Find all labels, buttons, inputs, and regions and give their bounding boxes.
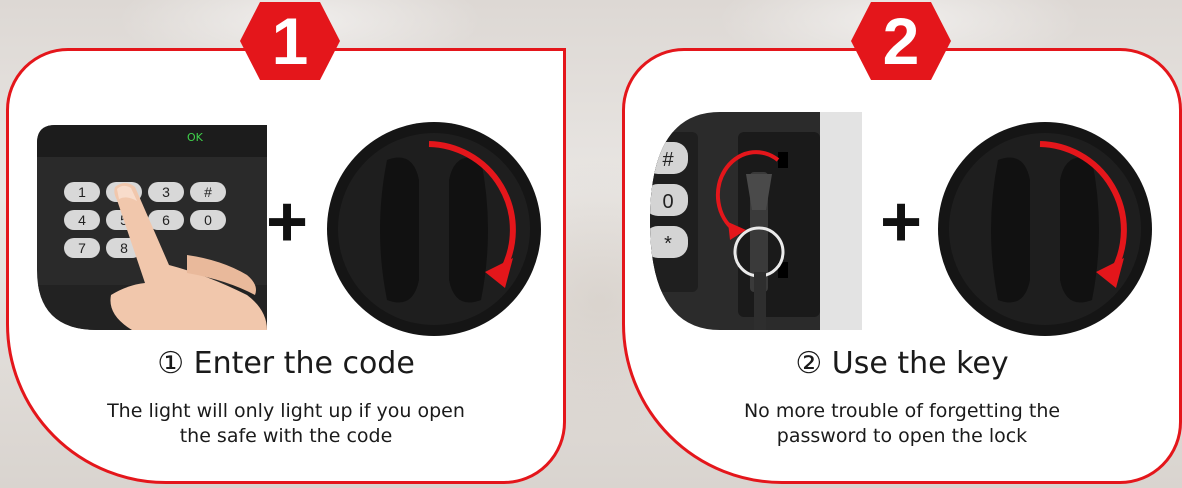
step-2-description-line-2: password to open the lock	[776, 425, 1028, 447]
key-0: 0	[204, 212, 212, 228]
plus-sign-2: +	[880, 182, 923, 262]
key-hash: #	[204, 184, 212, 200]
step-1-description-line-2: the safe with the code	[179, 425, 393, 447]
step-2-badge: 2	[851, 2, 951, 80]
key-star-closeup: *	[664, 233, 672, 255]
key-6: 6	[162, 212, 170, 228]
finger-pressing-keypad-icon: OK 1 2 3 # 4 5 6 0 7 8	[37, 125, 267, 330]
key-3: 3	[162, 184, 170, 200]
key-8: 8	[120, 240, 128, 256]
plus-sign-1: +	[266, 182, 309, 262]
keypad-display-ok: OK	[187, 131, 204, 144]
key-in-lock-icon: # 0 *	[650, 112, 862, 330]
rotary-knob-icon-2	[938, 122, 1152, 336]
step-1-badge: 1	[240, 2, 340, 80]
step-2-description-line-1: No more trouble of forgetting the	[743, 400, 1061, 422]
step-2-heading: ② Use the key	[795, 346, 1009, 381]
step-1-heading: ① Enter the code	[157, 346, 415, 381]
key-hash-closeup: #	[662, 149, 674, 171]
key-4: 4	[78, 212, 86, 228]
key-7: 7	[78, 240, 86, 256]
rotary-knob-icon	[327, 122, 541, 336]
key-0-closeup: 0	[662, 191, 673, 213]
step-1-description-line-1: The light will only light up if you open	[107, 400, 465, 422]
key-1: 1	[78, 184, 86, 200]
